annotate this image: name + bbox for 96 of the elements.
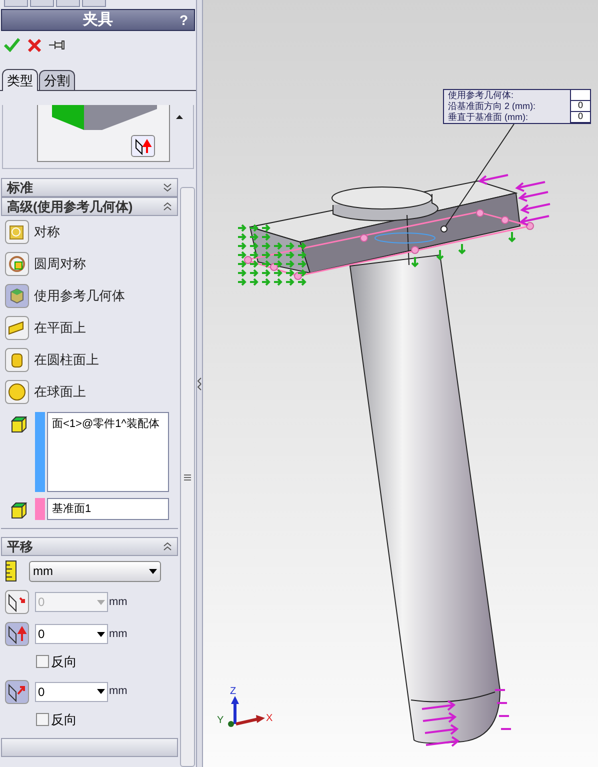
direction-button[interactable] xyxy=(131,135,155,157)
section-header[interactable] xyxy=(1,738,178,757)
section-header[interactable]: 标准 xyxy=(1,178,178,197)
section-title: 平移 xyxy=(7,538,33,556)
fixture-type-button[interactable] xyxy=(5,284,29,308)
load-arrow xyxy=(421,700,456,711)
collapse-arrow-icon xyxy=(197,376,202,390)
tab[interactable]: 分割 xyxy=(39,70,75,90)
fixture-type-button[interactable] xyxy=(5,380,29,404)
face-arrow-icon xyxy=(7,682,27,702)
manager-tab[interactable] xyxy=(4,0,28,7)
handle-point[interactable] xyxy=(476,209,484,217)
callout-anchor xyxy=(440,226,448,232)
dropdown-arrow-icon xyxy=(97,600,105,604)
cube-icon xyxy=(10,502,28,520)
plane-origin-outline xyxy=(374,232,436,244)
selection-list[interactable]: 面<1>@零件1^装配体 xyxy=(47,412,169,492)
cube-icon xyxy=(10,416,28,434)
option-label: 在球面上 xyxy=(34,383,86,402)
fixture-arrow xyxy=(508,231,516,242)
handle-point[interactable] xyxy=(501,216,509,224)
reverse-checkbox[interactable] xyxy=(36,712,49,726)
units-dropdown[interactable]: mm xyxy=(29,560,161,582)
check-icon[interactable] xyxy=(4,38,20,52)
load-arrow xyxy=(478,174,509,185)
face-arrow-icon xyxy=(7,592,27,612)
option-label: 在平面上 xyxy=(34,319,86,338)
callout-label: 沿基准面方向 2 (mm): xyxy=(447,102,536,111)
load-arrow xyxy=(515,181,546,192)
handle-point[interactable] xyxy=(244,256,252,264)
fixture-type-button[interactable] xyxy=(5,316,29,340)
option-label: 对称 xyxy=(34,223,60,242)
face-arrow-icon xyxy=(7,624,27,644)
help-button[interactable]: ? xyxy=(179,10,188,30)
z-axis-label: Z xyxy=(230,687,236,697)
handle-point[interactable] xyxy=(360,234,368,242)
load-arrow xyxy=(518,191,549,202)
fixture-arrow xyxy=(411,256,419,268)
callout-label: 垂直于基准面 (mm): xyxy=(447,113,529,122)
load-arrow xyxy=(422,712,457,723)
direction-button[interactable] xyxy=(5,680,29,704)
sphere-icon xyxy=(7,382,27,402)
dropdown-arrow-icon xyxy=(97,632,105,636)
distance-field[interactable]: 0 xyxy=(35,624,108,644)
load-arrow xyxy=(520,203,551,214)
handle-point[interactable] xyxy=(526,222,534,230)
units-value: mm xyxy=(33,563,53,580)
checkbox-label: 反向 xyxy=(51,653,77,671)
load-arrow xyxy=(424,724,459,735)
manager-tab[interactable] xyxy=(82,0,106,7)
option-label: 在圆柱面上 xyxy=(34,351,99,370)
manager-tab[interactable] xyxy=(56,0,80,7)
unit-label: mm xyxy=(109,684,128,700)
direction-button[interactable] xyxy=(5,622,29,646)
option-label: 圆周对称 xyxy=(34,255,86,274)
callout-value-field[interactable] xyxy=(570,90,590,101)
dropdown-arrow-icon xyxy=(97,689,105,694)
fixture-arrow xyxy=(458,243,466,254)
fixture-arrow xyxy=(436,249,444,260)
checkbox-label: 反向 xyxy=(51,710,77,728)
x-axis-label: X xyxy=(266,714,273,724)
selection-list[interactable]: 基准面1 xyxy=(47,498,169,520)
manager-tab[interactable] xyxy=(30,0,54,7)
section-header[interactable]: 高级(使用参考几何体) xyxy=(1,197,178,216)
callout-value-field[interactable]: 0 xyxy=(570,101,590,112)
fixture-type-button[interactable] xyxy=(5,220,29,244)
panel-title: 夹具 xyxy=(83,10,113,30)
scrollbar-thumb[interactable] xyxy=(180,187,195,767)
splitter[interactable] xyxy=(196,0,203,767)
unit-label: mm xyxy=(109,594,128,610)
dropdown-arrow-icon xyxy=(149,568,157,574)
fixture-type-button[interactable] xyxy=(5,348,29,372)
unit-label: mm xyxy=(109,626,128,642)
reverse-checkbox[interactable] xyxy=(36,655,49,668)
tab[interactable]: 类型 xyxy=(2,69,38,91)
selected-entity: 面<1>@零件1^装配体 xyxy=(52,417,160,432)
circular-icon xyxy=(7,254,27,274)
scroll-up-arrow-icon[interactable] xyxy=(176,115,183,119)
y-axis-label: Y xyxy=(217,716,224,726)
option-label: 使用参考几何体 xyxy=(34,287,125,306)
callout-value-field[interactable]: 0 xyxy=(570,112,590,123)
load-arrow xyxy=(519,215,550,226)
section-title: 标准 xyxy=(7,178,33,197)
handle-point[interactable] xyxy=(411,246,419,254)
section-title: 高级(使用参考几何体) xyxy=(7,198,133,216)
load-arrow xyxy=(425,736,460,747)
face-arrow-icon xyxy=(134,137,152,155)
distance-field[interactable]: 0 xyxy=(35,682,108,702)
grip-icon xyxy=(184,474,191,480)
ruler-icon xyxy=(5,560,17,582)
section-header[interactable]: 平移 xyxy=(1,537,178,556)
selected-entity: 基准面1 xyxy=(52,502,92,517)
callout-label: 使用参考几何体: xyxy=(447,91,515,100)
axis-triad-drawing xyxy=(228,696,265,727)
fixture-type-button[interactable] xyxy=(5,252,29,276)
close-icon[interactable] xyxy=(28,38,41,52)
